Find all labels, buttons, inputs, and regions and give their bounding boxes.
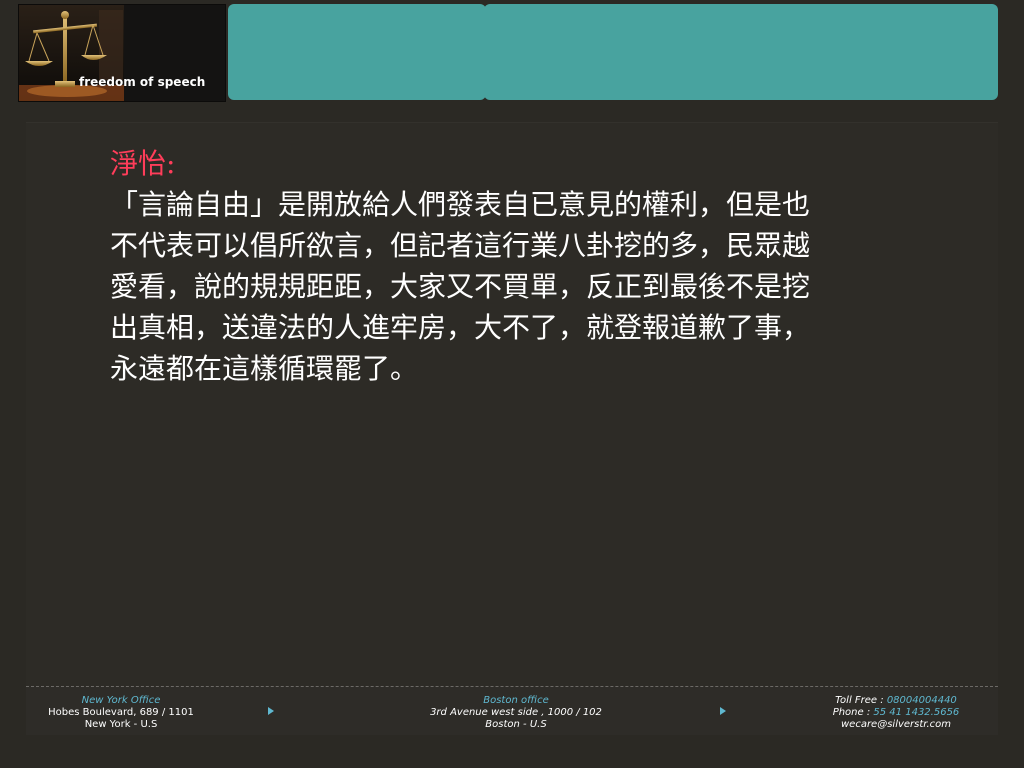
header-panel-left [228, 4, 486, 100]
arrow-right-icon [268, 707, 274, 715]
arrow-right-icon [720, 707, 726, 715]
boston-address-line1: 3rd Avenue west side , 1000 / 102 [430, 707, 602, 718]
contact-info: Toll Free : 08004004440 Phone : 55 41 14… [816, 695, 976, 731]
slide-text: 淨怡: 「言論自由」是開放給人們發表自已意見的權利，但是也 不代表可以倡所欲言，… [110, 143, 970, 389]
boston-office: Boston office 3rd Avenue west side , 100… [416, 695, 616, 731]
email-link[interactable]: wecare@silverstr.com [816, 719, 976, 731]
phone-line: Phone : 55 41 1432.5656 [816, 707, 976, 719]
logo-text: freedom of speech [79, 75, 206, 89]
header-panel-right [484, 4, 998, 100]
phone-number[interactable]: 55 41 1432.5656 [873, 707, 959, 718]
footer: New York Office Hobes Boulevard, 689 / 1… [26, 686, 998, 735]
toll-free-label: Toll Free : [835, 695, 884, 706]
new-york-office-title: New York Office [81, 695, 161, 706]
logo: freedom of speech [18, 4, 226, 102]
speaker-name: 淨怡: [110, 147, 176, 180]
boston-address-line2: Boston - U.S [485, 719, 547, 730]
content-area: 淨怡: 「言論自由」是開放給人們發表自已意見的權利，但是也 不代表可以倡所欲言，… [26, 122, 998, 735]
new-york-address-line1: Hobes Boulevard, 689 / 1101 [48, 707, 194, 718]
speech-paragraph: 「言論自由」是開放給人們發表自已意見的權利，但是也 不代表可以倡所欲言，但記者這… [110, 188, 811, 385]
toll-free-number[interactable]: 08004004440 [887, 695, 957, 706]
phone-label: Phone : [832, 707, 871, 718]
new-york-office: New York Office Hobes Boulevard, 689 / 1… [36, 695, 206, 731]
toll-free-line: Toll Free : 08004004440 [816, 695, 976, 707]
boston-office-title: Boston office [483, 695, 549, 706]
new-york-address-line2: New York - U.S [84, 719, 158, 730]
